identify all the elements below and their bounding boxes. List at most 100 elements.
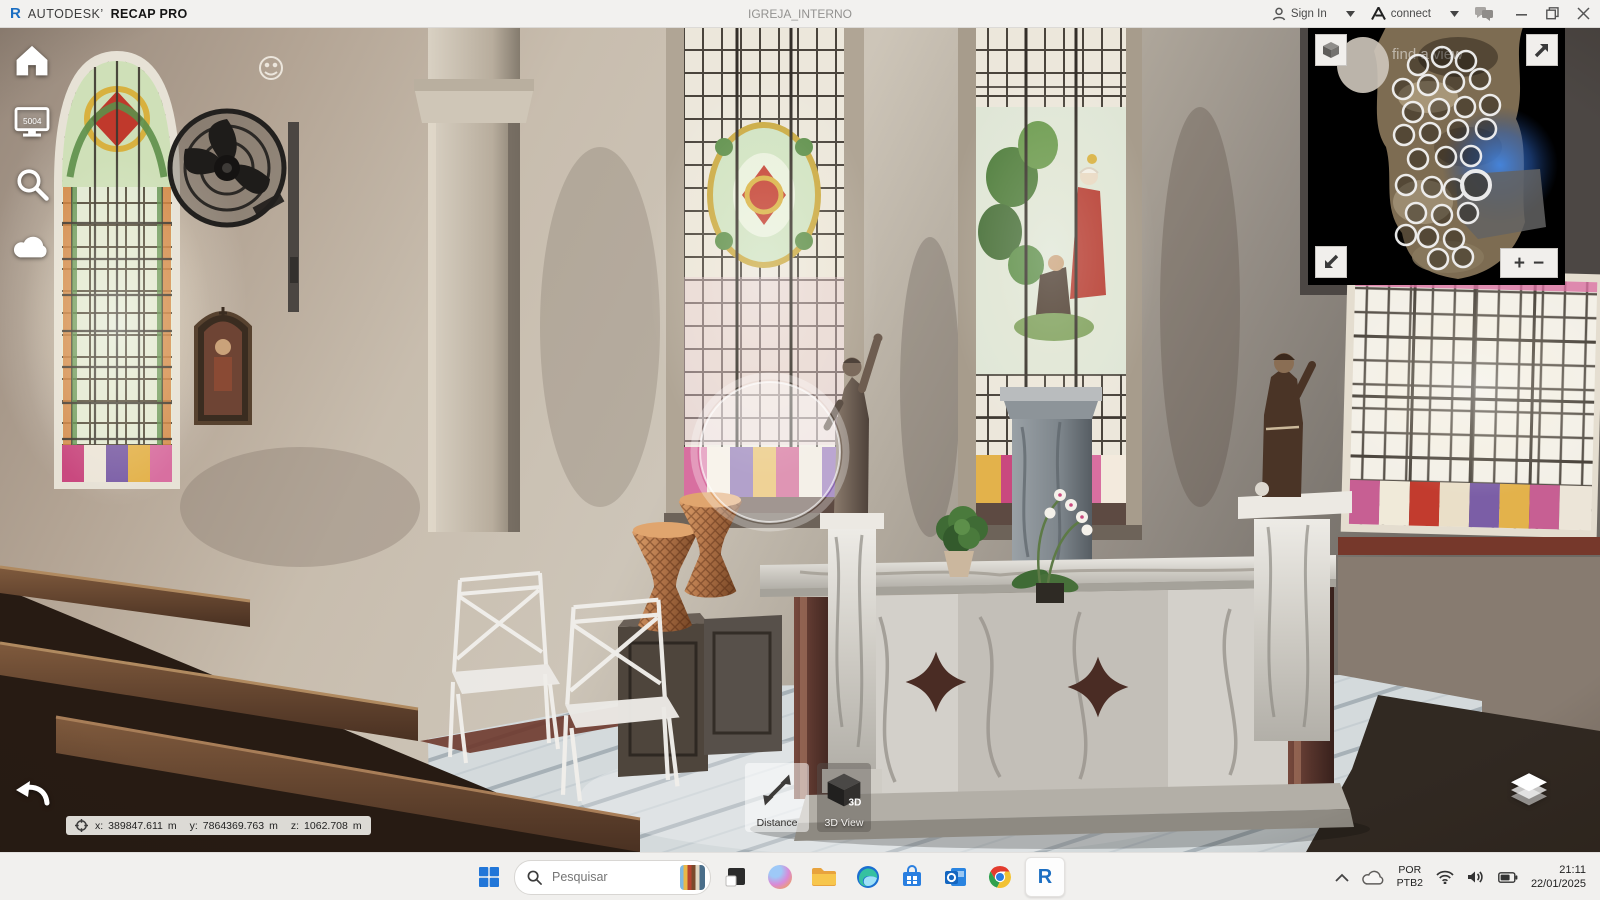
coord-z-unit: m <box>353 820 362 832</box>
battery-button[interactable] <box>1498 872 1518 883</box>
coordinates-readout: x: 389847.611 m y: 7864369.763 m z: 1062… <box>66 816 371 835</box>
cube-3d-icon <box>1321 40 1341 60</box>
sign-in-button[interactable]: Sign In <box>1272 7 1355 21</box>
screen-view-button[interactable]: 5004 <box>13 103 51 141</box>
system-tray: POR PTB2 <box>1335 863 1600 892</box>
microsoft-store-button[interactable] <box>893 858 931 896</box>
tray-time: 21:11 <box>1531 863 1586 877</box>
task-view-button[interactable] <box>717 858 755 896</box>
edge-icon <box>856 865 880 889</box>
chevron-down-icon <box>1346 11 1355 17</box>
minimap-collapse-button[interactable] <box>1315 246 1347 278</box>
outlook-icon <box>944 865 968 889</box>
sign-in-label: Sign In <box>1291 8 1327 20</box>
title-bar: IGREJA_INTERNO R AUTODESK’ RECAP PRO Sig… <box>0 0 1600 28</box>
connect-label: connect <box>1391 8 1431 20</box>
arrow-down-left-icon <box>1322 253 1340 271</box>
language-indicator[interactable]: POR PTB2 <box>1397 864 1423 890</box>
recap-pro-window: IGREJA_INTERNO R AUTODESK’ RECAP PRO Sig… <box>0 0 1600 900</box>
coord-x-label: x: <box>95 820 103 832</box>
project-minimap-panel: find a view <box>1308 27 1565 285</box>
wifi-icon <box>1436 870 1454 884</box>
arrow-up-right-icon <box>1533 41 1551 59</box>
distance-tool-button[interactable]: Distance <box>745 763 809 832</box>
zoom-out-button[interactable]: − <box>1533 254 1544 273</box>
outlook-button[interactable] <box>937 858 975 896</box>
recap-logo-icon: R <box>10 6 21 21</box>
realview-viewport: 5004 <box>0 27 1600 852</box>
speaker-icon <box>1467 870 1485 884</box>
minimap-zoom-controls: + − <box>1500 248 1558 278</box>
onedrive-button[interactable] <box>1362 870 1384 885</box>
coord-y-unit: m <box>269 820 278 832</box>
home-icon <box>14 43 50 77</box>
monitor-icon: 5004 <box>14 106 50 138</box>
connect-menu[interactable]: connect <box>1371 7 1459 20</box>
recap-app-icon: R <box>1038 866 1052 889</box>
chrome-icon <box>988 865 1012 889</box>
3d-view-label: 3D View <box>825 817 864 829</box>
taskbar-search[interactable] <box>514 860 711 895</box>
search-icon <box>15 167 49 201</box>
coord-z-value: 1062.708 <box>304 820 348 832</box>
task-view-icon <box>725 866 747 888</box>
monitor-badge: 5004 <box>23 116 42 126</box>
home-button[interactable] <box>13 41 51 79</box>
store-icon <box>900 865 924 889</box>
autodesk-a-icon <box>1371 7 1386 20</box>
cube-3d-view-icon: 3D <box>824 770 864 810</box>
cloud-icon <box>1362 870 1384 885</box>
back-button[interactable] <box>14 779 50 814</box>
back-arrow-icon <box>14 779 50 809</box>
search-highlight-image[interactable] <box>680 865 705 890</box>
feedback-chat-button[interactable] <box>1475 6 1494 21</box>
search-button[interactable] <box>13 165 51 203</box>
cloud-icon <box>13 233 51 259</box>
file-explorer-icon <box>811 866 837 888</box>
chevron-up-icon <box>1335 873 1349 882</box>
chat-bubbles-icon <box>1475 6 1494 21</box>
distance-arrow-icon <box>758 771 796 809</box>
layers-icon <box>1506 772 1552 808</box>
coord-y-value: 7864369.763 <box>203 820 264 832</box>
keyboard-layout: PTB2 <box>1397 877 1423 890</box>
3d-view-button[interactable]: 3D 3D View <box>817 763 871 832</box>
edge-button[interactable] <box>849 858 887 896</box>
windows-logo-icon <box>478 866 500 888</box>
hud-tools: Distance 3D 3D View <box>745 763 871 832</box>
restore-button[interactable] <box>1546 7 1559 20</box>
start-button[interactable] <box>470 858 508 896</box>
search-icon <box>527 870 542 885</box>
autodesk-brand: AUTODESK’ <box>28 7 104 21</box>
tray-overflow-button[interactable] <box>1335 873 1349 882</box>
crosshair-icon <box>75 819 88 832</box>
minimap-3d-mode-button[interactable] <box>1315 34 1347 66</box>
zoom-in-button[interactable]: + <box>1514 254 1525 273</box>
minimize-button[interactable] <box>1516 8 1528 20</box>
close-button[interactable] <box>1577 7 1590 20</box>
volume-button[interactable] <box>1467 870 1485 884</box>
product-name: RECAP PRO <box>111 7 188 21</box>
search-input[interactable] <box>550 869 654 885</box>
coord-y-label: y: <box>190 820 198 832</box>
battery-icon <box>1498 872 1518 883</box>
copilot-button[interactable] <box>761 858 799 896</box>
copilot-icon <box>768 865 792 889</box>
layers-button[interactable] <box>1506 772 1552 813</box>
coord-x-unit: m <box>168 820 177 832</box>
left-toolbar: 5004 <box>13 41 51 265</box>
language-code: POR <box>1397 864 1423 877</box>
wifi-button[interactable] <box>1436 870 1454 884</box>
windows-taskbar: R POR PTB2 <box>0 852 1600 900</box>
file-explorer-button[interactable] <box>805 858 843 896</box>
tray-date: 22/01/2025 <box>1531 877 1586 891</box>
chrome-button[interactable] <box>981 858 1019 896</box>
minimap-expand-button[interactable] <box>1526 34 1558 66</box>
user-icon <box>1272 7 1286 21</box>
coord-z-label: z: <box>291 820 299 832</box>
cloud-sync-button[interactable] <box>13 227 51 265</box>
clock[interactable]: 21:11 22/01/2025 <box>1531 863 1586 892</box>
chevron-down-icon <box>1450 11 1459 17</box>
coord-x-value: 389847.611 <box>108 820 163 832</box>
recap-taskbar-button[interactable]: R <box>1025 857 1065 897</box>
